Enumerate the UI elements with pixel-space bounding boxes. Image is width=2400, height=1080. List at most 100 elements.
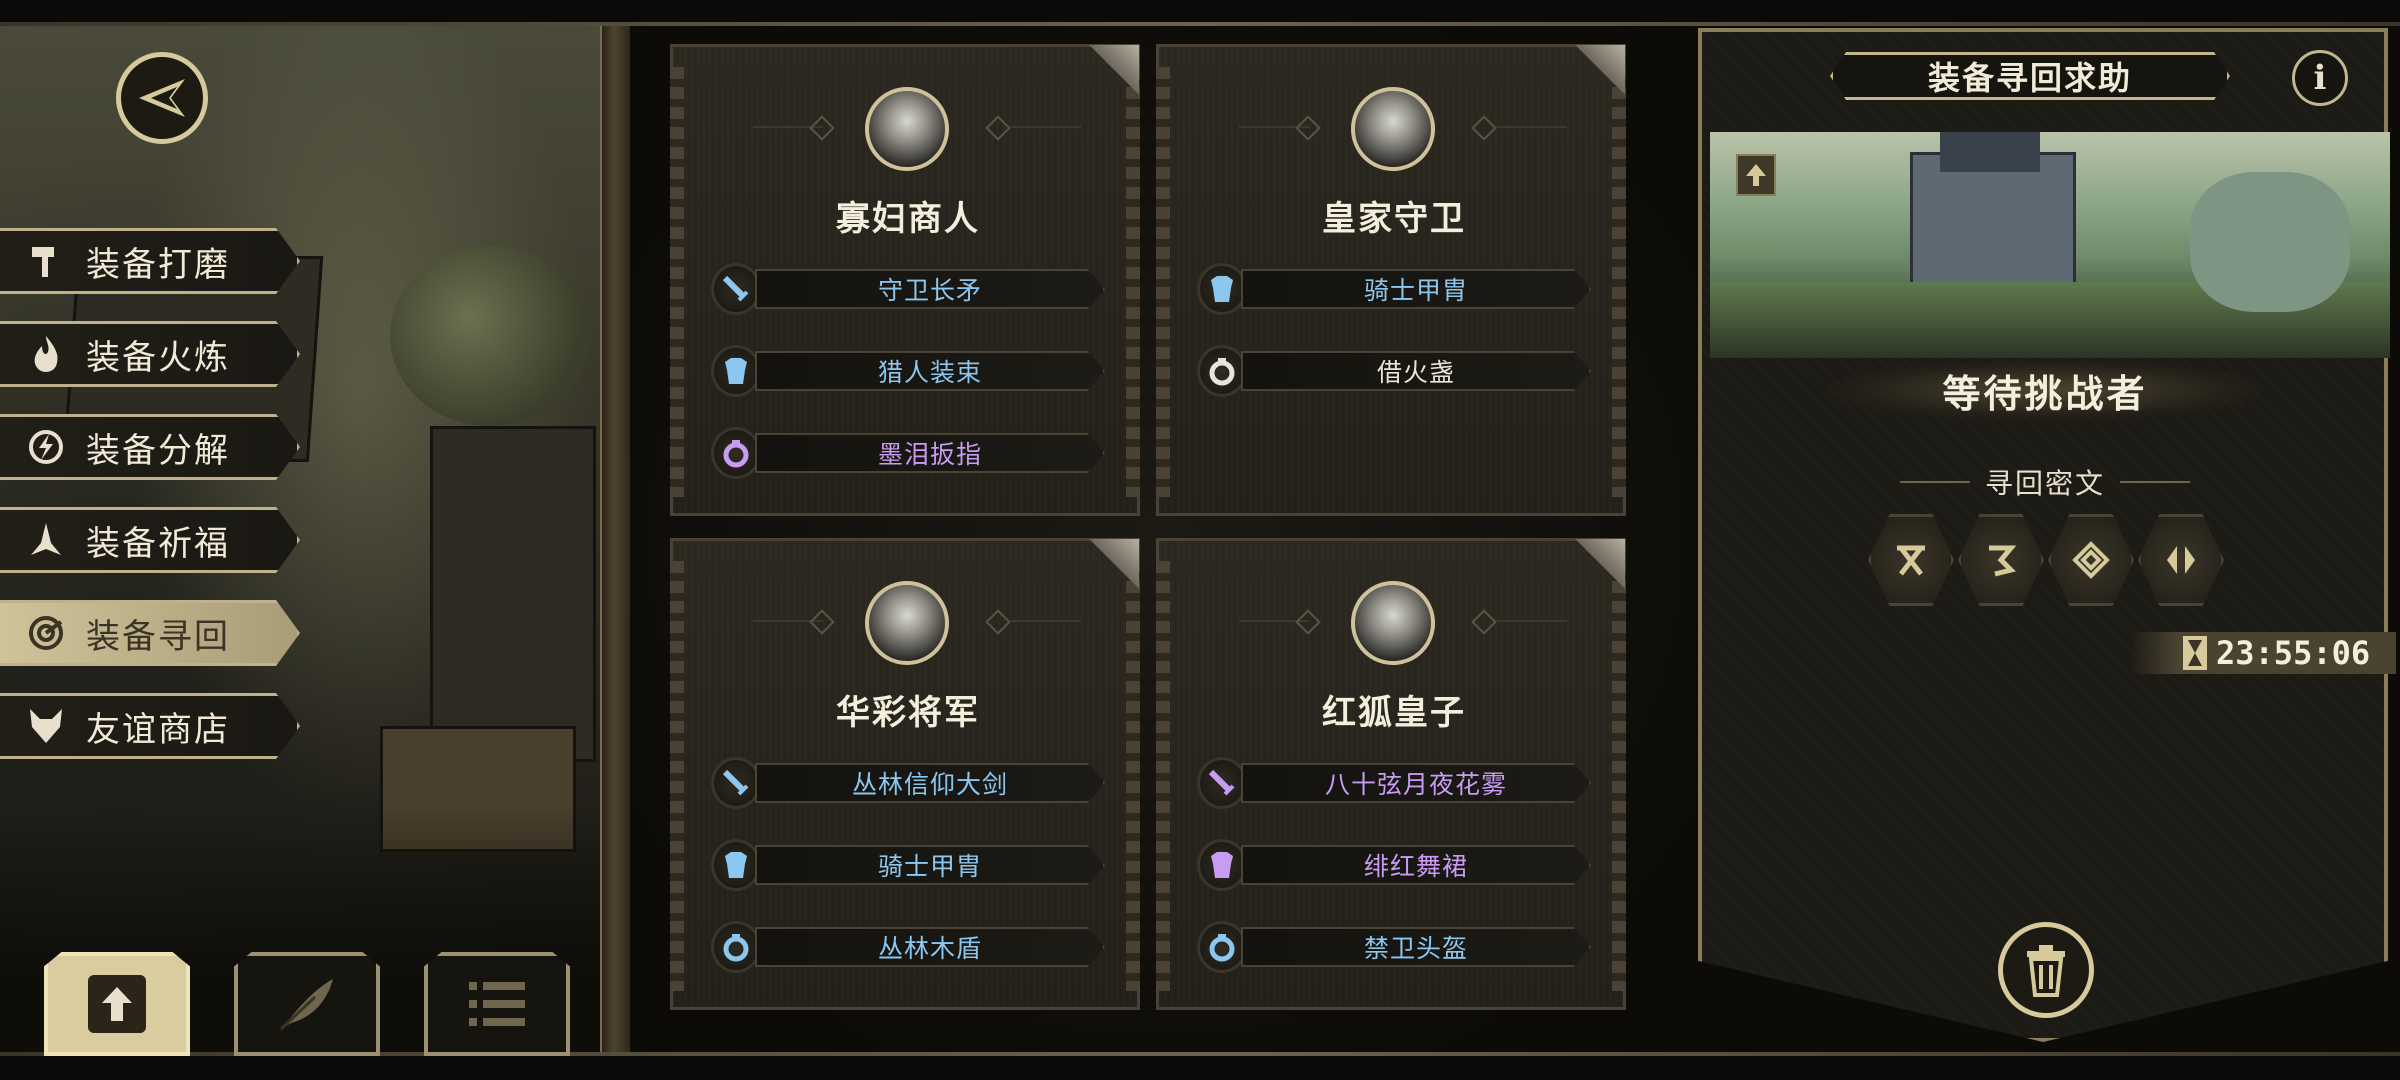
arrow-up-icon [1746, 164, 1766, 186]
page-curl [1069, 45, 1139, 115]
panel-title-text: 装备寻回求助 [1927, 59, 2132, 97]
card-edge [1156, 67, 1170, 497]
equipment-label: 骑士甲胄 [1241, 269, 1591, 309]
hourglass-icon [2183, 636, 2207, 670]
menu-item-friend-shop[interactable]: 友谊商店 [0, 693, 300, 759]
equipment-label: 借火盏 [1241, 351, 1591, 391]
equipment-label: 守卫长矛 [755, 269, 1105, 309]
boss-scene-image [1710, 132, 2390, 358]
ring-icon [711, 427, 761, 479]
menu-item-polish[interactable]: 装备打磨 [0, 228, 300, 294]
menu-item-refine[interactable]: 装备火炼 [0, 321, 300, 387]
menu-label: 装备寻回 [86, 616, 230, 657]
tab-upload[interactable] [44, 952, 190, 1056]
boss-card[interactable]: 红狐皇子 八十弦月夜花雾 绯红舞裙 禁卫头盔 [1156, 538, 1626, 1010]
sword-icon [1197, 757, 1247, 809]
decompose-icon [26, 427, 66, 467]
page-curl [1069, 539, 1139, 609]
divider-diamond [1295, 115, 1321, 141]
card-edge [1156, 561, 1170, 991]
status-banner: 等待挑战者 [1830, 360, 2260, 420]
boss-card[interactable]: 华彩将军 丛林信仰大剑 骑士甲胄 丛林木盾 [670, 538, 1140, 1010]
equipment-row[interactable]: 守卫长矛 [711, 263, 1111, 315]
equipment-row[interactable]: 绯红舞裙 [1197, 839, 1597, 891]
card-edge [1612, 67, 1626, 497]
sword-icon [711, 757, 761, 809]
equipment-row[interactable]: 丛林信仰大剑 [711, 757, 1111, 809]
page-curl [1555, 539, 1625, 609]
equipment-row[interactable]: 丛林木盾 [711, 921, 1111, 973]
back-button[interactable] [116, 52, 208, 144]
panel-title: 装备寻回求助 [1830, 52, 2230, 100]
boss-portrait [1351, 581, 1435, 665]
boss-card[interactable]: 皇家守卫 骑士甲胄 借火盏 [1156, 44, 1626, 516]
equipment-label: 丛林木盾 [755, 927, 1105, 967]
share-button[interactable] [1736, 154, 1776, 196]
menu-label: 装备火炼 [86, 337, 230, 378]
equipment-row[interactable]: 禁卫头盔 [1197, 921, 1597, 973]
equipment-row[interactable]: 猎人装束 [711, 345, 1111, 397]
rune-hook-icon [1989, 545, 2017, 577]
timer-text: 23:55:06 [2216, 634, 2371, 672]
scene-rocks [2190, 172, 2350, 312]
info-icon: i [2313, 58, 2327, 98]
flame-icon [26, 334, 66, 374]
fox-icon [26, 706, 66, 746]
divider-diamond [1471, 609, 1497, 635]
armor-icon [1197, 839, 1247, 891]
menu-label: 装备分解 [86, 430, 230, 471]
equipment-row[interactable]: 借火盏 [1197, 345, 1597, 397]
menu-item-decompose[interactable]: 装备分解 [0, 414, 300, 480]
boss-card[interactable]: 寡妇商人 守卫长矛 猎人装束 墨泪扳指 [670, 44, 1140, 516]
trash-button[interactable] [1998, 922, 2094, 1018]
divider-line [1497, 620, 1567, 622]
equipment-row[interactable]: 骑士甲胄 [711, 839, 1111, 891]
boss-name: 红狐皇子 [1322, 693, 1466, 733]
hammer-icon [26, 241, 66, 281]
armor-icon [1197, 263, 1247, 315]
equipment-label: 绯红舞裙 [1241, 845, 1591, 885]
divider-line [2120, 481, 2190, 483]
countdown-timer: 23:55:06 [2130, 632, 2396, 674]
equipment-label: 八十弦月夜花雾 [1241, 763, 1591, 803]
page-curl [1555, 45, 1625, 115]
boss-name: 寡妇商人 [836, 199, 980, 239]
menu-label: 装备打磨 [86, 244, 230, 285]
status-text: 等待挑战者 [1942, 371, 2148, 416]
background-shop [430, 426, 596, 762]
divider-diamond [1295, 609, 1321, 635]
tab-feather[interactable] [234, 952, 380, 1056]
equipment-label: 丛林信仰大剑 [755, 763, 1105, 803]
menu-item-retrieve[interactable]: 装备寻回 [0, 600, 300, 666]
card-edge [1126, 67, 1140, 497]
equipment-row[interactable]: 八十弦月夜花雾 [1197, 757, 1597, 809]
divider-diamond [1471, 115, 1497, 141]
armor-icon [711, 345, 761, 397]
boss-portrait [1351, 87, 1435, 171]
boss-name: 华彩将军 [836, 693, 980, 733]
menu-item-bless[interactable]: 装备祈福 [0, 507, 300, 573]
rune-split-icon [2167, 546, 2195, 574]
card-edge [670, 561, 684, 991]
ornate-divider [600, 26, 634, 1052]
divider-line [1497, 126, 1567, 128]
divider-line [1011, 126, 1081, 128]
menu-label: 友谊商店 [86, 709, 230, 750]
pray-icon [26, 520, 66, 560]
equipment-row[interactable]: 墨泪扳指 [711, 427, 1111, 479]
ring-icon [711, 921, 761, 973]
equipment-label: 禁卫头盔 [1241, 927, 1591, 967]
equipment-label: 骑士甲胄 [755, 845, 1105, 885]
list-icon [469, 982, 525, 1026]
background-tree [390, 246, 590, 426]
divider-diamond [809, 609, 835, 635]
equipment-row[interactable]: 骑士甲胄 [1197, 263, 1597, 315]
divider-diamond [809, 115, 835, 141]
info-button[interactable]: i [2292, 50, 2348, 106]
tab-list[interactable] [424, 952, 570, 1056]
divider-line [1011, 620, 1081, 622]
boss-name: 皇家守卫 [1322, 199, 1466, 239]
scene-roof [1940, 132, 2040, 172]
equipment-label: 墨泪扳指 [755, 433, 1105, 473]
rune-diamond-icon [2072, 541, 2110, 579]
